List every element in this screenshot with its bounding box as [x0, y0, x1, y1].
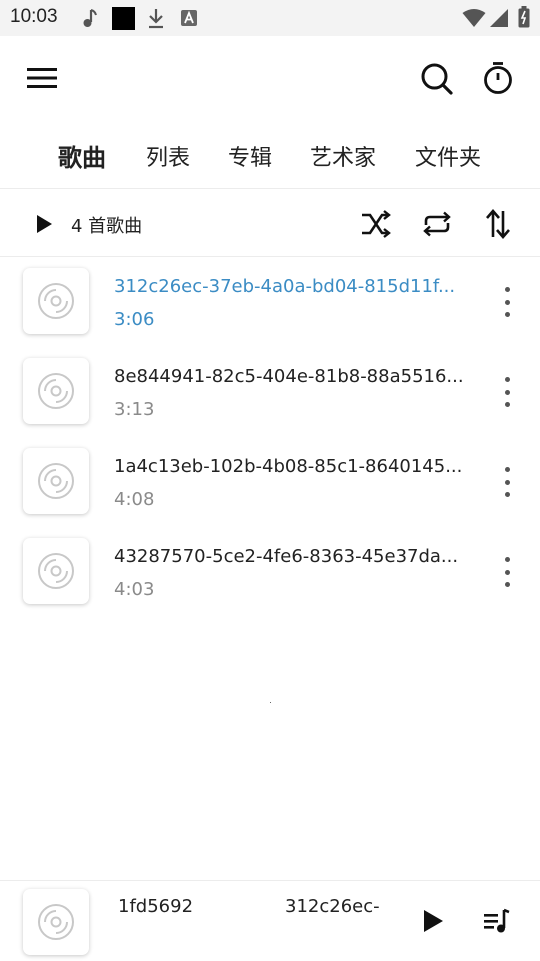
- decorative-dot: [270, 702, 271, 703]
- tab-albums[interactable]: 专辑: [228, 140, 272, 172]
- song-row[interactable]: 1a4c13eb-102b-4b08-85c1-8640145... 4:08: [0, 438, 540, 528]
- song-title: 1a4c13eb-102b-4b08-85c1-8640145...: [114, 456, 463, 477]
- album-art-icon: [23, 448, 89, 514]
- now-playing-text-left: 1fd5692: [118, 896, 194, 917]
- text-box-icon: [180, 7, 198, 33]
- mini-player[interactable]: 1fd5692 312c26ec-: [0, 880, 540, 961]
- song-duration: 4:08: [114, 489, 155, 510]
- status-bar: 10:03: [0, 0, 540, 36]
- song-duration: 4:03: [114, 579, 155, 600]
- song-row[interactable]: 312c26ec-37eb-4a0a-bd04-815d11f... 3:06: [0, 258, 540, 348]
- song-duration: 3:06: [114, 309, 155, 330]
- album-art-icon: [23, 538, 89, 604]
- signal-icon: [489, 8, 509, 32]
- song-count-label: 4 首歌曲: [71, 216, 143, 237]
- tab-songs[interactable]: 歌曲: [58, 138, 106, 173]
- tab-folders[interactable]: 文件夹: [415, 140, 481, 172]
- song-title: 43287570-5ce2-4fe6-8363-45e37da...: [114, 546, 459, 567]
- sort-icon[interactable]: [480, 206, 516, 242]
- now-playing-text-right: 312c26ec-: [285, 896, 380, 917]
- music-note-icon: [80, 7, 98, 33]
- play-icon[interactable]: [416, 903, 450, 939]
- song-title: 312c26ec-37eb-4a0a-bd04-815d11f...: [114, 276, 456, 297]
- song-row[interactable]: 43287570-5ce2-4fe6-8363-45e37da... 4:03: [0, 528, 540, 618]
- more-options-icon[interactable]: [496, 375, 518, 409]
- song-title: 8e844941-82c5-404e-81b8-88a5516...: [114, 366, 464, 387]
- repeat-icon[interactable]: [419, 206, 455, 242]
- more-options-icon[interactable]: [496, 555, 518, 589]
- tabs-divider: [0, 188, 540, 189]
- more-options-icon[interactable]: [496, 285, 518, 319]
- tab-artists[interactable]: 艺术家: [310, 140, 376, 172]
- play-all-icon[interactable]: [30, 210, 58, 238]
- song-controls-bar: 4 首歌曲: [0, 190, 540, 256]
- song-duration: 3:13: [114, 399, 155, 420]
- more-options-icon[interactable]: [496, 465, 518, 499]
- download-icon: [147, 7, 165, 33]
- song-row[interactable]: 8e844941-82c5-404e-81b8-88a5516... 3:13: [0, 348, 540, 438]
- search-icon[interactable]: [416, 58, 458, 100]
- tab-playlists[interactable]: 列表: [146, 140, 190, 172]
- timer-icon[interactable]: [477, 57, 519, 99]
- menu-icon[interactable]: [22, 58, 62, 98]
- shuffle-icon[interactable]: [358, 206, 394, 242]
- top-app-bar: [0, 36, 540, 122]
- category-tabs: 歌曲 列表 专辑 艺术家 文件夹: [0, 122, 540, 188]
- status-time: 10:03: [10, 6, 58, 27]
- wifi-icon: [462, 8, 486, 32]
- controls-divider: [0, 256, 540, 257]
- album-art-icon: [23, 358, 89, 424]
- album-art-icon: [23, 268, 89, 334]
- black-square-icon: [112, 7, 135, 34]
- battery-icon: [518, 6, 530, 32]
- album-art-icon: [23, 889, 89, 955]
- queue-icon[interactable]: [479, 903, 515, 939]
